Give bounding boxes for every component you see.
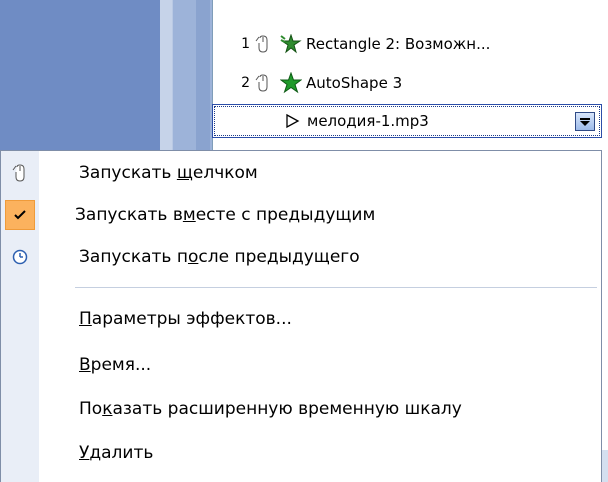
animation-item-label: AutoShape 3 <box>306 74 403 92</box>
dropdown-button[interactable] <box>575 112 595 131</box>
play-triangle-icon <box>277 113 307 129</box>
menu-item-effect-options[interactable]: Параметры эффектов... <box>1 299 601 339</box>
mouse-icon <box>1 153 39 193</box>
chevron-down-icon <box>580 117 590 126</box>
star-burst-icon <box>276 34 306 54</box>
menu-item-label: Запускать щелчком <box>79 163 258 183</box>
mouse-icon <box>250 74 276 92</box>
animation-item-3-selected[interactable]: мелодия-1.mp3 <box>212 104 602 138</box>
menu-item-remove[interactable]: Удалить <box>1 433 601 473</box>
animation-order-number: 2 <box>241 75 250 91</box>
menu-item-start-on-click[interactable]: Запускать щелчком <box>1 153 601 193</box>
green-star-icon <box>276 72 306 94</box>
menu-item-label: Запускать после предыдущего <box>79 247 360 267</box>
menu-separator <box>75 287 597 288</box>
checkmark-icon <box>5 200 35 230</box>
context-menu: Запускать щелчком Запускать вместе с пре… <box>0 150 602 482</box>
animation-order-number: 1 <box>241 36 250 52</box>
menu-item-label: Время... <box>79 355 152 375</box>
menu-item-start-with-previous[interactable]: Запускать вместе с предыдущим <box>1 195 601 235</box>
menu-item-timing[interactable]: Время... <box>1 345 601 385</box>
menu-item-label: Показать расширенную временную шкалу <box>79 399 462 419</box>
animation-item-label: Rectangle 2: Возможн... <box>306 35 491 53</box>
menu-item-label: Удалить <box>79 443 154 463</box>
clock-icon <box>1 237 39 277</box>
menu-item-show-advanced-timeline[interactable]: Показать расширенную временную шкалу <box>1 389 601 429</box>
animation-item-2[interactable]: 2 AutoShape 3 <box>212 66 602 100</box>
menu-item-label: Запускать вместе с предыдущим <box>75 205 376 225</box>
menu-item-start-after-previous[interactable]: Запускать после предыдущего <box>1 237 601 277</box>
animation-item-label: мелодия-1.mp3 <box>307 112 429 130</box>
mouse-icon <box>250 35 276 53</box>
menu-item-label: Параметры эффектов... <box>79 309 292 329</box>
animation-item-1[interactable]: 1 Rectangle 2: Возможн... <box>212 27 602 61</box>
